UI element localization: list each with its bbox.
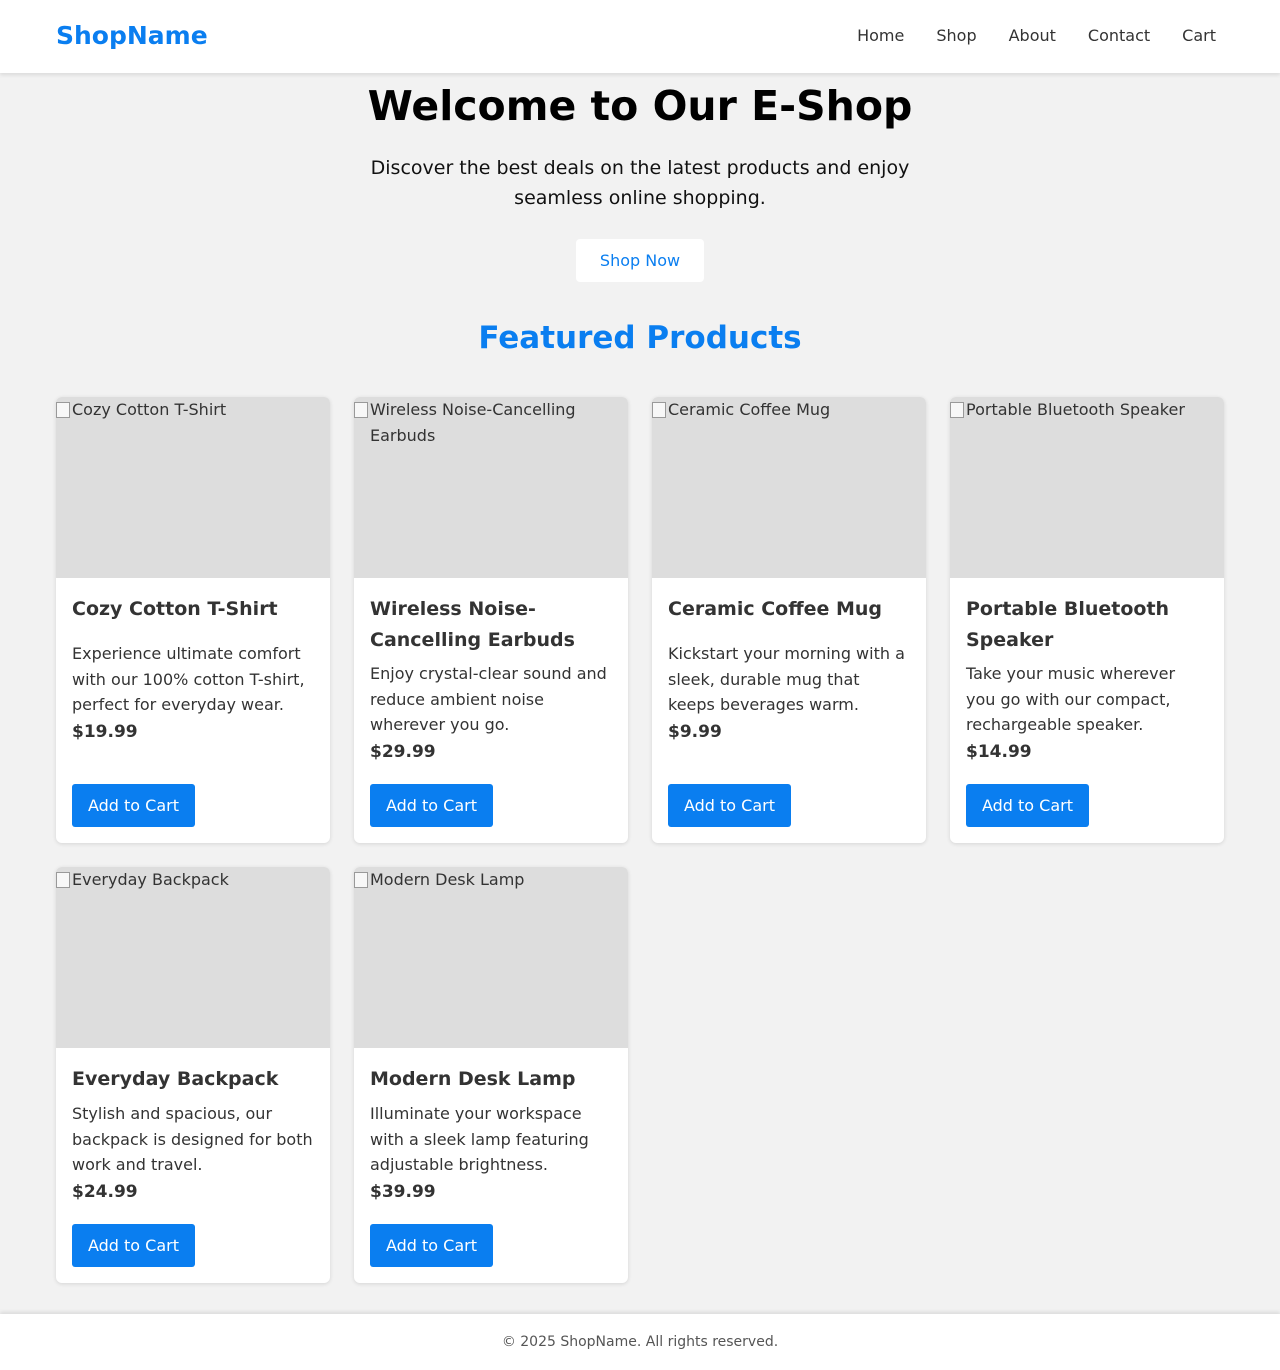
product-card: Cozy Cotton T-Shirt Cozy Cotton T-Shirt …: [56, 397, 330, 843]
product-image: Cozy Cotton T-Shirt: [56, 397, 330, 578]
product-card: Modern Desk Lamp Modern Desk Lamp Illumi…: [354, 867, 628, 1283]
nav-home-link[interactable]: Home: [857, 26, 904, 46]
hero-title: Welcome to Our E-Shop: [367, 82, 913, 130]
copyright-text: © 2025 ShopName. All rights reserved.: [501, 1334, 779, 1350]
add-to-cart-button[interactable]: Add to Cart: [370, 1224, 493, 1267]
product-image-alt: Wireless Noise-Cancelling Earbuds: [370, 400, 576, 445]
page-footer: © 2025 ShopName. All rights reserved.: [0, 1314, 1280, 1370]
product-name: Ceramic Coffee Mug: [668, 598, 883, 620]
product-image: Everyday Backpack: [56, 867, 330, 1048]
product-image-alt: Ceramic Coffee Mug: [668, 400, 831, 419]
main-nav: Home Shop About Contact Cart: [857, 26, 1216, 46]
product-image: Modern Desk Lamp: [354, 867, 628, 1048]
product-image: Ceramic Coffee Mug: [652, 397, 926, 578]
add-to-cart-button[interactable]: Add to Cart: [370, 784, 493, 827]
nav-shop-link[interactable]: Shop: [936, 26, 976, 46]
product-description: Take your music wherever you go with our…: [966, 664, 1176, 735]
product-price: $19.99: [72, 722, 138, 742]
add-to-cart-button[interactable]: Add to Cart: [72, 1224, 195, 1267]
featured-products-title: Featured Products: [478, 320, 802, 356]
product-description: Enjoy crystal-clear sound and reduce amb…: [370, 664, 607, 735]
product-description: Kickstart your morning with a sleek, dur…: [668, 644, 905, 715]
product-card: Ceramic Coffee Mug Ceramic Coffee Mug Ki…: [652, 397, 926, 843]
product-price: $24.99: [72, 1182, 138, 1202]
shop-now-button[interactable]: Shop Now: [576, 239, 704, 282]
product-image: Wireless Noise-Cancelling Earbuds: [354, 397, 628, 578]
product-card: Wireless Noise-Cancelling Earbuds Wirele…: [354, 397, 628, 843]
nav-contact-link[interactable]: Contact: [1088, 26, 1150, 46]
hero-subtitle: Discover the best deals on the latest pr…: [370, 157, 910, 209]
product-price: $14.99: [966, 742, 1032, 762]
add-to-cart-button[interactable]: Add to Cart: [966, 784, 1089, 827]
product-image-alt: Cozy Cotton T-Shirt: [72, 400, 227, 419]
product-card: Portable Bluetooth Speaker Portable Blue…: [950, 397, 1224, 843]
brand-logo[interactable]: ShopName: [56, 21, 208, 51]
product-name: Wireless Noise-Cancelling Earbuds: [370, 598, 575, 651]
product-description: Illuminate your workspace with a sleek l…: [370, 1104, 589, 1175]
product-grid: Cozy Cotton T-Shirt Cozy Cotton T-Shirt …: [56, 397, 1224, 1283]
product-price: $29.99: [370, 742, 436, 762]
product-card: Everyday Backpack Everyday Backpack Styl…: [56, 867, 330, 1283]
product-price: $39.99: [370, 1182, 436, 1202]
nav-about-link[interactable]: About: [1009, 26, 1056, 46]
product-image-alt: Portable Bluetooth Speaker: [966, 400, 1185, 419]
product-name: Portable Bluetooth Speaker: [966, 598, 1170, 651]
add-to-cart-button[interactable]: Add to Cart: [668, 784, 791, 827]
top-navbar: ShopName Home Shop About Contact Cart: [0, 0, 1280, 73]
product-description: Experience ultimate comfort with our 100…: [72, 644, 305, 715]
product-image: Portable Bluetooth Speaker: [950, 397, 1224, 578]
product-image-alt: Modern Desk Lamp: [370, 870, 525, 889]
add-to-cart-button[interactable]: Add to Cart: [72, 784, 195, 827]
product-name: Cozy Cotton T-Shirt: [72, 598, 278, 620]
product-name: Everyday Backpack: [72, 1068, 279, 1090]
product-image-alt: Everyday Backpack: [72, 870, 229, 889]
nav-cart-link[interactable]: Cart: [1182, 26, 1216, 46]
product-description: Stylish and spacious, our backpack is de…: [72, 1104, 313, 1175]
product-price: $9.99: [668, 722, 722, 742]
product-name: Modern Desk Lamp: [370, 1068, 576, 1090]
